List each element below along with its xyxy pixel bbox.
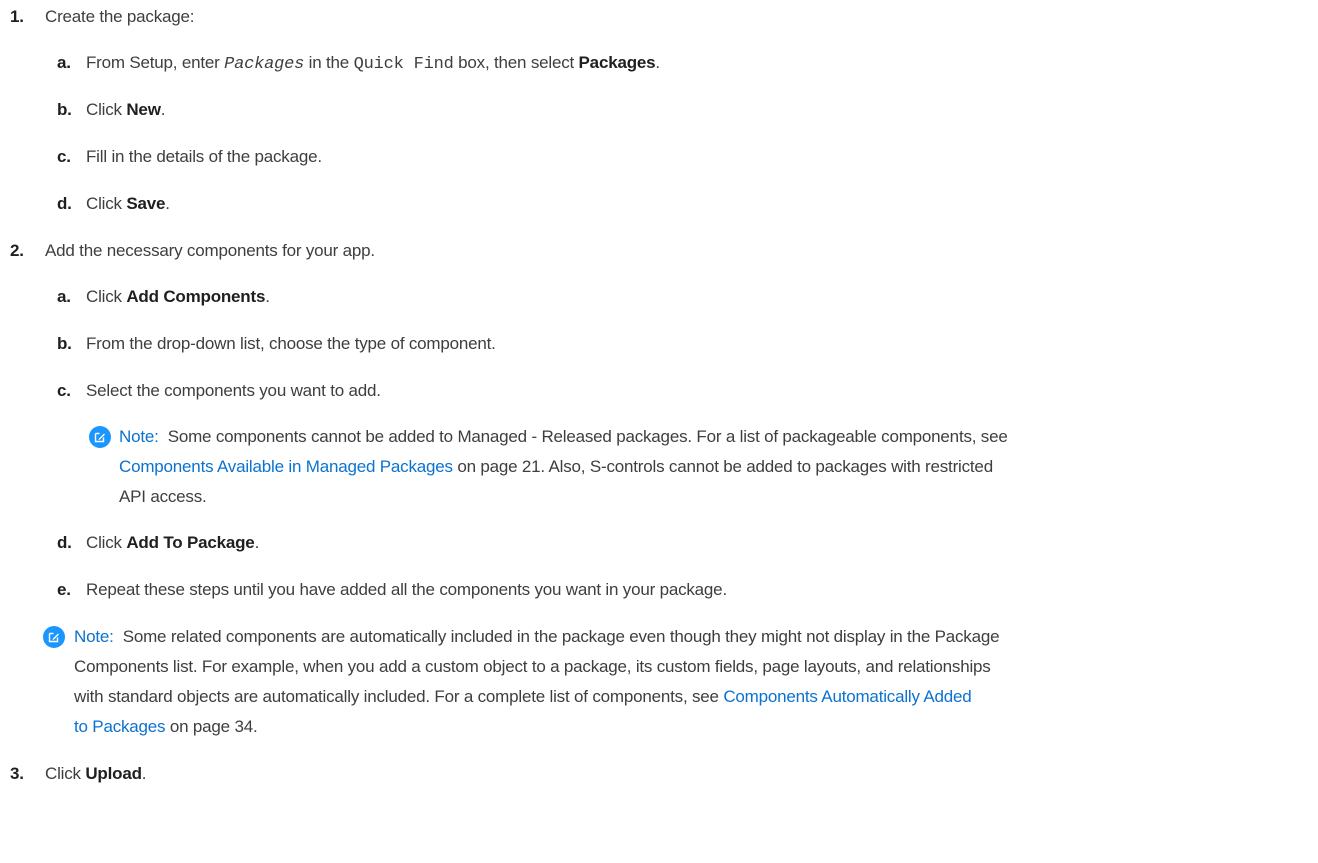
note-label: Note: bbox=[74, 627, 114, 646]
link-components-available[interactable]: Components Available in Managed Packages bbox=[119, 457, 453, 476]
substep-text: Repeat these steps until you have added … bbox=[86, 580, 727, 599]
substep-letter: d. bbox=[57, 194, 72, 213]
substep-letter: c. bbox=[57, 381, 71, 400]
note-label: Note: bbox=[119, 427, 159, 446]
edit-pencil-icon bbox=[89, 426, 111, 448]
edit-pencil-icon bbox=[43, 626, 65, 648]
link-components-auto-added-cont[interactable]: to Packages bbox=[74, 717, 166, 736]
note-1-line-2: Components Available in Managed Packages… bbox=[119, 457, 993, 476]
substep-text: From the drop-down list, choose the type… bbox=[86, 334, 496, 353]
substep-text: Click Save. bbox=[86, 194, 170, 213]
note-2-line-2: Components list. For example, when you a… bbox=[74, 657, 991, 676]
code-quick-find: Quick Find bbox=[353, 55, 454, 74]
code-packages: Packages bbox=[224, 55, 305, 74]
substep-letter: b. bbox=[57, 100, 72, 119]
substep-letter: a. bbox=[57, 53, 71, 72]
substep-text: Click Add To Package. bbox=[86, 533, 260, 552]
step-text: Add the necessary components for your ap… bbox=[45, 241, 375, 260]
note-2-line-3: with standard objects are automatically … bbox=[74, 687, 972, 706]
substep-letter: d. bbox=[57, 533, 72, 552]
note-1-line-3: API access. bbox=[119, 487, 207, 506]
note-2-line-4: to Packages on page 34. bbox=[74, 717, 258, 736]
step-number: 2. bbox=[10, 241, 24, 260]
link-components-auto-added[interactable]: Components Automatically Added bbox=[723, 687, 971, 706]
substep-letter: c. bbox=[57, 147, 71, 166]
substep-text: Fill in the details of the package. bbox=[86, 147, 322, 166]
substep-text: Click New. bbox=[86, 100, 166, 119]
step-text: Create the package: bbox=[45, 7, 195, 26]
step-text: Click Upload. bbox=[45, 764, 147, 783]
substep-letter: a. bbox=[57, 287, 71, 306]
substep-text: Select the components you want to add. bbox=[86, 381, 381, 400]
note-2-line-1: Note: Some related components are automa… bbox=[74, 627, 1000, 646]
substep-letter: b. bbox=[57, 334, 72, 353]
substep-text: From Setup, enter Packages in the Quick … bbox=[86, 53, 660, 74]
step-number: 3. bbox=[10, 764, 24, 783]
step-number: 1. bbox=[10, 7, 24, 26]
substep-letter: e. bbox=[57, 580, 71, 599]
note-1-line-1: Note: Some components cannot be added to… bbox=[119, 427, 1008, 446]
substep-text: Click Add Components. bbox=[86, 287, 270, 306]
